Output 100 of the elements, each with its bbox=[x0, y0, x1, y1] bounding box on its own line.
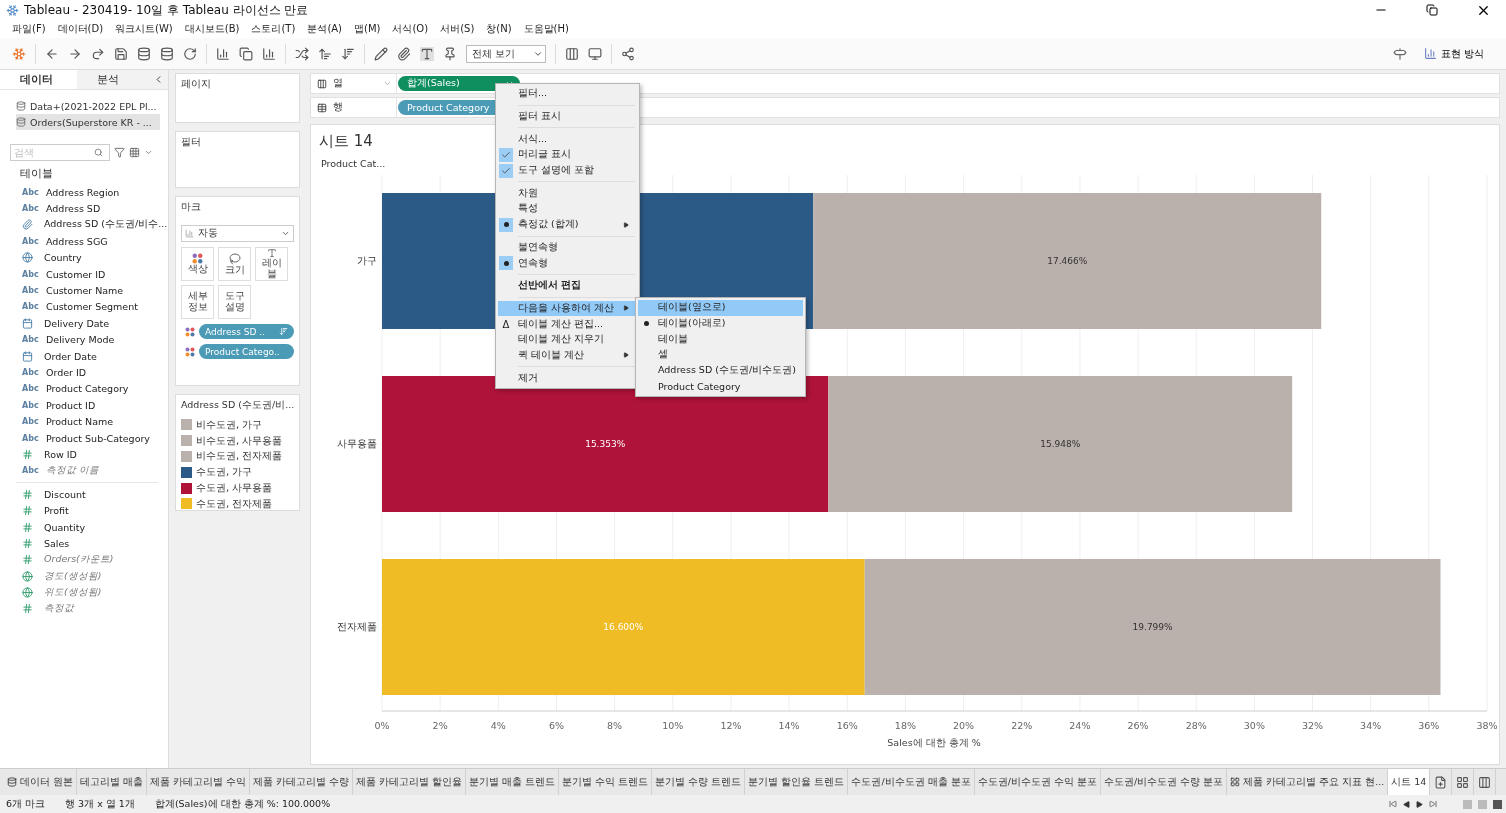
data-source-item[interactable]: Data+(2021-2022 EPL Pl... bbox=[16, 98, 160, 114]
mark-property-button[interactable]: 색상 bbox=[181, 247, 214, 281]
sheet-tab[interactable]: 수도권/비수도권 매출 분포 bbox=[848, 769, 975, 795]
legend-label: 비수도권, 사무용품 bbox=[196, 433, 283, 448]
field-item[interactable]: Customer Segment bbox=[46, 301, 138, 313]
menu-item[interactable]: 창(N) bbox=[486, 22, 512, 36]
mark-type-dropdown[interactable]: 자동 bbox=[181, 225, 294, 242]
bar-value-label: 16.600% bbox=[603, 622, 644, 632]
field-item[interactable]: Product ID bbox=[46, 399, 96, 411]
menu-item[interactable]: 테이블 계산 지우기 bbox=[498, 331, 637, 348]
menu-item[interactable]: 워크시트(W) bbox=[115, 22, 173, 36]
menu-item[interactable]: 서식... bbox=[498, 131, 637, 148]
field-item[interactable]: 측정값 bbox=[44, 602, 74, 616]
sheet-tab[interactable]: 분기별 수량 트렌드 bbox=[652, 769, 746, 795]
field-item[interactable]: Discount bbox=[44, 488, 86, 500]
field-item[interactable]: Profit bbox=[44, 505, 69, 517]
field-item[interactable]: Address SD (수도권/비수... bbox=[44, 218, 168, 232]
menu-item[interactable]: 머리글 표시 bbox=[498, 147, 637, 163]
sheet-tab[interactable]: 제품 카테고리별 주요 지표 현... bbox=[1227, 769, 1389, 795]
legend-label: 수도권, 사무용품 bbox=[196, 481, 273, 496]
field-item[interactable]: Address SGG bbox=[46, 235, 108, 247]
type-label: Abc bbox=[22, 269, 40, 279]
menu-item[interactable]: 서식(O) bbox=[392, 22, 429, 36]
fit-dropdown[interactable]: 전체 보기 bbox=[466, 44, 546, 63]
menu-item[interactable]: 테이블(옆으로) bbox=[638, 300, 803, 316]
shelf-label: 행 bbox=[333, 101, 343, 114]
source-label: Data+(2021-2022 EPL Pl... bbox=[30, 100, 157, 112]
data-source-item[interactable]: Orders(Superstore KR - ... bbox=[16, 114, 160, 130]
menu-item[interactable]: 데이터(D) bbox=[57, 22, 104, 36]
card-title: 마크 bbox=[181, 201, 202, 214]
field-pill[interactable]: 합계(Sales) bbox=[398, 76, 520, 91]
mark-property-button[interactable]: 도구 설명 bbox=[218, 285, 251, 319]
field-item[interactable]: Orders(카운트) bbox=[44, 553, 114, 567]
field-item[interactable]: Customer ID bbox=[46, 268, 106, 280]
field-item[interactable]: Customer Name bbox=[46, 285, 124, 297]
menu-item[interactable]: 연속형 bbox=[498, 255, 637, 271]
field-item[interactable]: 측정값 이름 bbox=[46, 464, 100, 478]
sheet-tab[interactable]: 분기별 할인율 트렌드 bbox=[745, 769, 849, 795]
field-item[interactable]: Order Date bbox=[44, 350, 97, 362]
field-item[interactable]: 경도(생성됨) bbox=[44, 569, 102, 583]
axis-tick-label: 12% bbox=[720, 720, 742, 731]
pane-tab[interactable]: 분석 bbox=[76, 70, 153, 89]
menu-item[interactable]: Δ 테이블 계산 편집... bbox=[498, 316, 637, 332]
bar-value-label: 15.353% bbox=[585, 439, 626, 449]
menu-item[interactable]: 측정값 (합계) bbox=[498, 216, 637, 233]
menu-item[interactable]: 제거 bbox=[498, 370, 637, 386]
card-title: 필터 bbox=[181, 136, 202, 149]
sheet-tab[interactable]: 분기별 수익 트렌드 bbox=[559, 769, 653, 795]
type-label: Abc bbox=[22, 400, 40, 410]
sheet-tab[interactable]: 테고리별 매출 bbox=[77, 769, 148, 795]
mark-property-button[interactable]: 크기 bbox=[218, 247, 251, 281]
sheet-tab[interactable]: 데이터 원본 bbox=[4, 769, 78, 795]
field-item[interactable]: Product Sub-Category bbox=[46, 432, 150, 444]
menu-item[interactable]: 스토리(T) bbox=[251, 22, 296, 36]
field-item[interactable]: Country bbox=[44, 252, 82, 264]
sheet-tab[interactable]: 시트 14 bbox=[1388, 769, 1431, 795]
menu-item[interactable]: Address SD (수도권/비수도권) bbox=[638, 362, 803, 379]
menu-item[interactable]: 서버(S) bbox=[440, 22, 475, 36]
menu-item[interactable]: 파일(F) bbox=[12, 22, 46, 36]
window-title: Tableau - 230419- 10일 후 Tableau 라이선스 만료 bbox=[24, 1, 310, 19]
field-item[interactable]: Product Name bbox=[46, 416, 114, 428]
type-label: Abc bbox=[22, 466, 40, 476]
field-item[interactable]: Order ID bbox=[46, 367, 87, 378]
row-label: 전자제품 bbox=[337, 621, 377, 632]
axis-tick-label: 2% bbox=[432, 720, 448, 731]
show-me-button[interactable]: 표현 방식 bbox=[1423, 46, 1494, 61]
menu-item[interactable]: Product Category bbox=[638, 378, 803, 395]
axis-tick-label: 14% bbox=[778, 720, 800, 731]
menu-item[interactable]: 셀 bbox=[638, 347, 803, 363]
field-item[interactable]: Quantity bbox=[44, 521, 86, 533]
menu-item[interactable]: 특성 bbox=[498, 201, 637, 217]
axis-tick-label: 22% bbox=[1011, 720, 1033, 731]
field-item[interactable]: Address Region bbox=[46, 186, 120, 198]
menu-item[interactable]: 분석(A) bbox=[307, 22, 343, 36]
axis-title: Sales에 대한 총계 % bbox=[887, 737, 981, 748]
menu-item[interactable]: 차원 bbox=[498, 185, 637, 202]
field-item[interactable]: Product Category bbox=[46, 383, 129, 395]
sheet-tab[interactable]: 제품 카테고리별 수량 bbox=[250, 769, 354, 795]
field-item[interactable]: Row ID bbox=[44, 448, 77, 460]
mark-property-button[interactable]: 세부 정보 bbox=[181, 285, 214, 319]
field-item[interactable]: Sales bbox=[44, 537, 70, 549]
menu-item[interactable]: 선반에서 편집 bbox=[498, 277, 637, 294]
field-item[interactable]: 위도(생성됨) bbox=[44, 586, 102, 600]
menu-item[interactable]: 도움말(H) bbox=[523, 22, 569, 36]
menu-item[interactable]: 테이블(아래로) bbox=[638, 315, 803, 332]
menu-item[interactable]: 불연속형 bbox=[498, 239, 637, 256]
sheet-tab[interactable]: 제품 카테고리별 수익 bbox=[147, 769, 251, 795]
mark-property-button[interactable]: 레이블 bbox=[255, 247, 288, 281]
menu-item[interactable]: 다음을 사용하여 계산 bbox=[498, 300, 637, 317]
field-item[interactable]: Delivery Mode bbox=[46, 334, 115, 346]
sheet-tab[interactable]: 제품 카테고리별 할인율 bbox=[353, 769, 467, 795]
menu-item[interactable]: 테이블 bbox=[638, 331, 803, 348]
menu-item[interactable]: 맵(M) bbox=[354, 22, 381, 36]
menu-item[interactable]: 퀵 테이블 계산 bbox=[498, 347, 637, 364]
search-field[interactable]: 검색 bbox=[10, 144, 110, 161]
field-item[interactable]: Delivery Date bbox=[44, 317, 110, 329]
menu-item[interactable]: 도구 설명에 포함 bbox=[498, 162, 637, 179]
sheet-tab[interactable]: 분기별 매출 트렌드 bbox=[466, 769, 560, 795]
field-item[interactable]: Address SD bbox=[46, 203, 101, 215]
menu-item[interactable]: 대시보드(B) bbox=[184, 22, 240, 36]
